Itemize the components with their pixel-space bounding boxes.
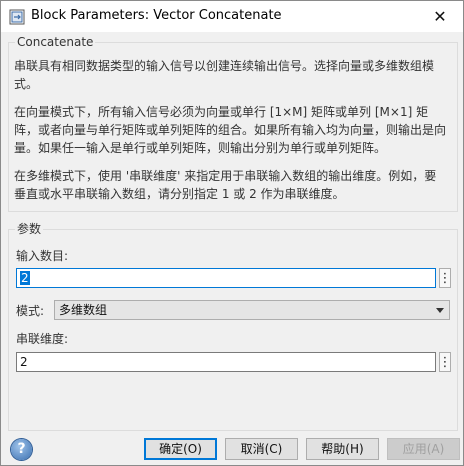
apply-button[interactable]: 应用(A) bbox=[387, 438, 460, 460]
parameters-legend: 参数 bbox=[15, 222, 44, 237]
dialog-window: Block Parameters: Vector Concatenate ✕ C… bbox=[0, 0, 464, 466]
window-title: Block Parameters: Vector Concatenate bbox=[31, 8, 282, 23]
mode-label: 模式: bbox=[16, 304, 45, 318]
description-legend: Concatenate bbox=[15, 35, 96, 50]
ok-button[interactable]: 确定(O) bbox=[144, 438, 217, 460]
close-icon[interactable]: ✕ bbox=[417, 1, 463, 32]
mode-value: 多维数组 bbox=[59, 303, 108, 317]
concat-dim-field[interactable]: 2 bbox=[16, 352, 436, 372]
description-paragraph: 串联具有相同数据类型的输入信号以创建连续输出信号。选择向量或多维数组模式。 bbox=[14, 59, 435, 91]
simulink-block-icon bbox=[9, 9, 25, 25]
concat-dim-label: 串联维度: bbox=[16, 332, 69, 346]
description-paragraph: 在多维模式下，使用 '串联维度' 来指定用于串联输入数组的输出维度。例如，要垂直… bbox=[14, 169, 437, 201]
help-button[interactable]: 帮助(H) bbox=[306, 438, 379, 460]
parameters-group: 参数 输入数目: 2 ⋮ 模式: 多维数组 串联维度: 2 ⋮ bbox=[8, 222, 458, 431]
more-icon: ⋮ bbox=[438, 354, 452, 370]
chevron-down-icon bbox=[436, 308, 444, 313]
num-inputs-label: 输入数目: bbox=[16, 249, 69, 263]
concat-dim-more-button[interactable]: ⋮ bbox=[438, 352, 452, 372]
mode-dropdown[interactable]: 多维数组 bbox=[54, 300, 450, 320]
num-inputs-field[interactable]: 2 bbox=[16, 268, 436, 288]
num-inputs-value: 2 bbox=[20, 271, 30, 285]
help-icon[interactable]: ? bbox=[11, 439, 32, 460]
description-group: Concatenate 串联具有相同数据类型的输入信号以创建连续输出信号。选择向… bbox=[8, 35, 458, 213]
title-bar[interactable]: Block Parameters: Vector Concatenate ✕ bbox=[1, 1, 463, 32]
description-text: 串联具有相同数据类型的输入信号以创建连续输出信号。选择向量或多维数组模式。 在向… bbox=[14, 57, 448, 213]
more-icon: ⋮ bbox=[438, 270, 452, 286]
cancel-button[interactable]: 取消(C) bbox=[225, 438, 298, 460]
num-inputs-more-button[interactable]: ⋮ bbox=[438, 268, 452, 288]
description-paragraph: 在向量模式下，所有输入信号必须为向量或单行 [1×M] 矩阵或单列 [M×1] … bbox=[14, 105, 447, 155]
concat-dim-value: 2 bbox=[20, 355, 28, 369]
